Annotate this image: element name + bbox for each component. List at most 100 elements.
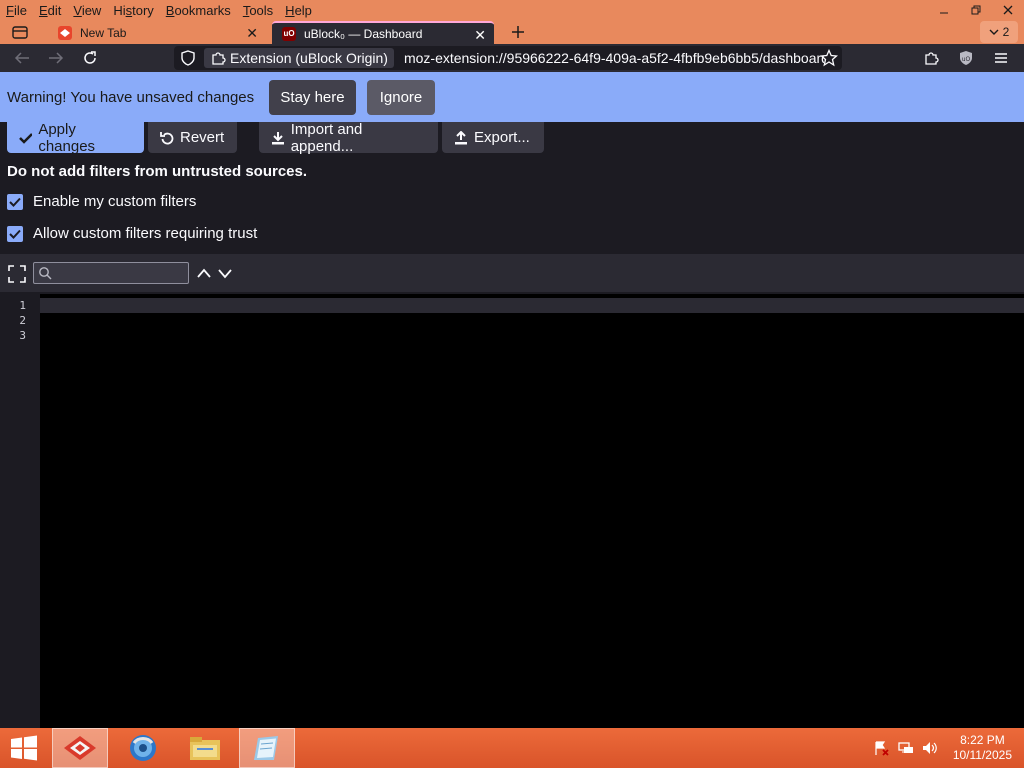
restore-button[interactable] bbox=[960, 0, 992, 20]
browser-logo-icon bbox=[58, 25, 72, 40]
forward-button[interactable] bbox=[45, 47, 67, 69]
import-label: Import and append... bbox=[290, 120, 363, 155]
stay-here-button[interactable]: Stay here bbox=[269, 80, 356, 115]
identity-label: Extension (uBlock Origin) bbox=[230, 50, 388, 66]
tab-new-tab[interactable]: New Tab ✕ bbox=[48, 21, 266, 44]
svg-text:uO: uO bbox=[962, 56, 971, 63]
upload-icon bbox=[455, 130, 467, 144]
menu-bar: File Edit View History Bookmarks Tools H… bbox=[0, 0, 318, 20]
minimize-icon bbox=[940, 12, 948, 14]
new-tab-button[interactable] bbox=[506, 20, 530, 44]
tab-label: New Tab bbox=[80, 25, 127, 40]
menu-view[interactable]: View bbox=[67, 0, 107, 20]
back-button[interactable] bbox=[11, 47, 33, 69]
bookmark-star-icon[interactable] bbox=[819, 48, 839, 72]
tab-ublock-dashboard[interactable]: uO uBlock₀ — Dashboard ✕ bbox=[272, 21, 494, 44]
back-arrow-icon bbox=[14, 52, 29, 64]
warning-text: Warning! You have unsaved changes bbox=[7, 89, 255, 106]
editor-search-input[interactable] bbox=[54, 264, 184, 282]
title-bar: File Edit View History Bookmarks Tools H… bbox=[0, 0, 1024, 44]
ublock-toolbar-button[interactable]: uO bbox=[955, 47, 977, 69]
taskbar-editor-app[interactable] bbox=[239, 728, 295, 768]
chevron-down-icon bbox=[989, 29, 999, 35]
enable-custom-filters-checkbox[interactable] bbox=[7, 193, 23, 210]
allow-trusted-filters-label: Allow custom filters requiring trust bbox=[33, 225, 258, 242]
hamburger-menu-icon bbox=[995, 53, 1007, 63]
menu-bookmarks[interactable]: Bookmarks bbox=[160, 0, 237, 20]
close-tab-icon[interactable]: ✕ bbox=[474, 27, 486, 44]
start-button[interactable] bbox=[0, 728, 48, 768]
find-next-button[interactable] bbox=[217, 266, 233, 284]
system-clock[interactable]: 8:22 PM 10/11/2025 bbox=[953, 733, 1012, 763]
enable-custom-filters-option[interactable]: Enable my custom filters bbox=[7, 193, 196, 210]
export-label: Export... bbox=[474, 129, 530, 146]
apply-label: Apply changes bbox=[38, 120, 96, 155]
line-number: 2 bbox=[19, 314, 26, 327]
extensions-button[interactable] bbox=[920, 47, 942, 69]
menu-history[interactable]: History bbox=[107, 0, 159, 20]
app-menu-button[interactable] bbox=[990, 47, 1012, 69]
notebook-icon bbox=[254, 736, 278, 760]
untrusted-sources-note: Do not add filters from untrusted source… bbox=[7, 163, 308, 180]
url-bar[interactable]: Extension (uBlock Origin) moz-extension:… bbox=[174, 46, 842, 70]
identity-box[interactable]: Extension (uBlock Origin) bbox=[204, 48, 394, 68]
ublock-shield-icon: uO bbox=[960, 51, 972, 65]
plus-icon bbox=[512, 26, 524, 38]
import-append-button[interactable]: Import and append... bbox=[259, 120, 438, 155]
close-icon bbox=[1003, 5, 1013, 15]
chevron-up-icon bbox=[197, 268, 211, 278]
network-icon[interactable] bbox=[898, 740, 914, 756]
menu-file[interactable]: File bbox=[0, 0, 33, 20]
menu-edit[interactable]: Edit bbox=[33, 0, 67, 20]
filter-editor[interactable]: 1 2 3 bbox=[0, 294, 1024, 728]
url-text[interactable]: moz-extension://95966222-64f9-409a-a5f2-… bbox=[404, 50, 824, 66]
line-number-gutter: 1 2 3 bbox=[0, 294, 40, 728]
taskbar-chrome[interactable] bbox=[115, 728, 171, 768]
allow-trusted-filters-checkbox[interactable] bbox=[7, 225, 23, 242]
close-tab-icon[interactable]: ✕ bbox=[246, 25, 258, 42]
reload-icon bbox=[84, 51, 96, 64]
globe-browser-icon bbox=[130, 735, 156, 761]
allow-trusted-filters-option[interactable]: Allow custom filters requiring trust bbox=[7, 225, 257, 242]
taskbar: 8:22 PM 10/11/2025 bbox=[0, 728, 1024, 768]
clock-time: 8:22 PM bbox=[960, 733, 1005, 747]
menu-tools[interactable]: Tools bbox=[237, 0, 279, 20]
action-center-flag-icon[interactable] bbox=[873, 740, 889, 756]
tab-count: 2 bbox=[1002, 25, 1010, 39]
taskbar-browser[interactable] bbox=[52, 728, 108, 768]
undo-icon bbox=[160, 131, 174, 144]
tab-label: uBlock₀ — Dashboard bbox=[304, 26, 423, 41]
my-filters-pane: Apply changes Revert Import and append..… bbox=[0, 120, 1024, 728]
tab-overview-button[interactable] bbox=[8, 22, 32, 42]
puzzle-piece-icon bbox=[212, 52, 226, 65]
extensions-puzzle-icon bbox=[925, 52, 939, 65]
ignore-button[interactable]: Ignore bbox=[367, 80, 435, 115]
navigation-toolbar: Extension (uBlock Origin) moz-extension:… bbox=[0, 44, 1024, 72]
browser-logo-icon bbox=[64, 736, 96, 760]
checkmark-icon bbox=[9, 229, 21, 239]
fullscreen-icon[interactable] bbox=[8, 265, 26, 288]
export-button[interactable]: Export... bbox=[442, 122, 544, 153]
clock-date: 10/11/2025 bbox=[952, 748, 1012, 762]
close-window-button[interactable] bbox=[992, 0, 1024, 20]
line-number: 3 bbox=[19, 329, 26, 342]
apply-changes-button[interactable]: Apply changes bbox=[7, 120, 144, 155]
revert-button[interactable]: Revert bbox=[148, 122, 237, 153]
tab-list-icon bbox=[12, 26, 28, 39]
editor-search-field[interactable] bbox=[33, 262, 189, 284]
folder-icon bbox=[190, 737, 220, 760]
restore-icon bbox=[971, 5, 981, 15]
tracking-protection-icon[interactable] bbox=[180, 50, 196, 71]
menu-help[interactable]: Help bbox=[279, 0, 318, 20]
enable-custom-filters-label: Enable my custom filters bbox=[33, 193, 197, 210]
search-icon bbox=[39, 267, 52, 280]
taskbar-file-explorer[interactable] bbox=[177, 728, 233, 768]
volume-icon[interactable] bbox=[922, 740, 938, 756]
tab-strip: New Tab ✕ uO uBlock₀ — Dashboard ✕ 2 bbox=[0, 20, 1024, 44]
reload-button[interactable] bbox=[79, 47, 101, 69]
find-previous-button[interactable] bbox=[196, 266, 212, 284]
minimize-button[interactable] bbox=[928, 0, 960, 20]
all-tabs-button[interactable]: 2 bbox=[980, 21, 1018, 43]
window-controls bbox=[928, 0, 1024, 20]
active-line-highlight bbox=[40, 298, 1024, 313]
